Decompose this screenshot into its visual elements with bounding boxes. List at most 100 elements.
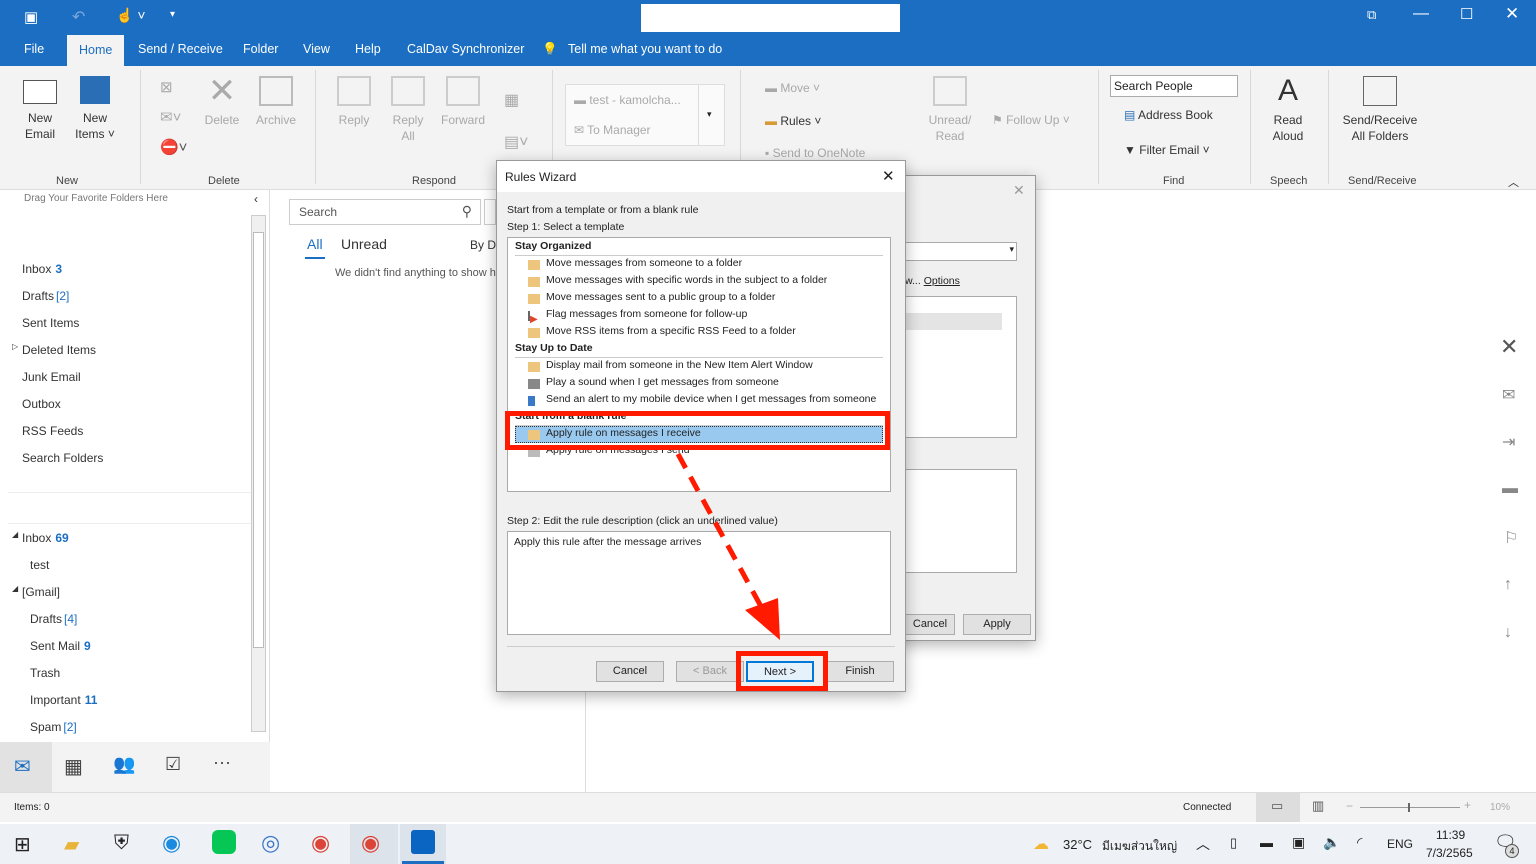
reply-side-icon[interactable]: ✉ [1502,385,1515,405]
battery-icon[interactable]: ▬ [1260,835,1273,850]
move-button[interactable]: ▬ Move ˅ [765,80,820,96]
options-button[interactable]: w... Options [905,275,960,287]
chrome-profile-icon[interactable]: ◉ [361,830,380,856]
cancel-button[interactable]: Cancel [596,661,664,682]
folder-item[interactable]: Sent Items [22,316,79,330]
new-email-button[interactable]: New Email [18,76,62,142]
tab-caldav[interactable]: CalDav Synchronizer [407,42,524,56]
filter-unread[interactable]: Unread [341,236,387,252]
normal-view-icon[interactable]: ▭ [1271,798,1283,814]
collapse-pane-icon[interactable]: ‹ [254,192,258,206]
expand-icon[interactable]: ▷ [12,342,18,351]
template-item[interactable]: Send an alert to my mobile device when I… [546,393,876,405]
minimize-icon[interactable]: — [1413,5,1429,23]
zoom-in-icon[interactable]: + [1464,798,1471,812]
flag-side-icon[interactable]: ⚐ [1504,528,1518,548]
tab-view[interactable]: View [303,42,330,56]
new-items-button[interactable]: New Items ˅ [72,76,118,142]
folder-item[interactable]: Junk Email [22,370,81,384]
folder-item[interactable]: Spam [2] [30,720,77,734]
edge-icon[interactable]: ◉ [162,830,181,856]
line-icon[interactable] [212,830,236,854]
start-icon[interactable]: ⊞ [14,832,31,857]
reply-all-button[interactable]: Reply All [386,76,430,144]
outlook-icon[interactable] [411,830,435,854]
more-respond-icon[interactable]: ▤˅ [504,132,528,152]
more-icon[interactable]: ··· [213,752,231,773]
save-icon[interactable]: ▣ [24,8,38,26]
rules-button[interactable]: ▬ Rules ˅ [765,113,821,129]
chevron-up-icon[interactable]: ︿ [1196,834,1210,854]
ignore-icon[interactable]: ⊠ [160,78,173,96]
cancel-button[interactable]: Cancel [905,614,955,635]
cleanup-icon[interactable]: ✉˅ [160,108,181,126]
rules-list[interactable] [905,296,1017,438]
folder-item[interactable]: Outbox [22,397,61,411]
reading-view-icon[interactable]: ▥ [1312,798,1324,814]
tasks-icon[interactable]: ☑ [165,754,181,775]
network-app-icon[interactable]: ▣ [1292,834,1305,851]
wifi-icon[interactable]: ◜ [1357,834,1362,851]
weather-desc[interactable]: มีเมฆส่วนใหญ่ [1102,837,1177,856]
file-explorer-icon[interactable]: ▰ [64,832,79,857]
close-icon[interactable]: ✕ [1013,182,1025,199]
template-item[interactable]: Move messages from someone to a folder [546,257,742,269]
finish-button[interactable]: Finish [826,661,894,682]
archive-button[interactable]: Archive [252,76,300,128]
customize-icon[interactable]: ▾ [170,9,175,20]
folder-item[interactable]: Drafts [2] [22,289,69,303]
weather-icon[interactable]: ☁ [1033,834,1049,854]
template-item[interactable]: Move RSS items from a specific RSS Feed … [546,325,796,337]
language-indicator[interactable]: ENG [1387,837,1413,851]
chrome-icon[interactable]: ◉ [311,830,330,856]
sort-dropdown[interactable]: By D [470,238,496,252]
filter-all[interactable]: All [307,236,323,252]
quick-step-to-manager[interactable]: ✉ To Manager [574,123,651,137]
folder-item[interactable]: test [30,558,49,572]
up-arrow-icon[interactable]: ↑ [1504,576,1512,594]
expand-icon[interactable]: ◢ [12,530,18,539]
people-icon[interactable]: 👥 [113,754,135,775]
template-item[interactable]: Move messages with specific words in the… [546,274,827,286]
folder-item[interactable]: Important 11 [30,693,97,707]
folder-item[interactable]: Drafts [4] [30,612,77,626]
tab-folder[interactable]: Folder [243,42,278,56]
tab-home[interactable]: Home [67,35,125,66]
tell-me-input[interactable]: Tell me what you want to do [568,42,722,56]
title-search-box[interactable] [641,4,900,32]
search-people-input[interactable]: Search People [1110,75,1238,97]
address-book-button[interactable]: ▤ Address Book [1124,107,1213,123]
junk-icon[interactable]: ⛔˅ [160,138,187,156]
folder-item[interactable]: Deleted Items [22,343,96,357]
expand-icon[interactable]: ◢ [12,584,18,593]
search-input[interactable]: Search ⚲ [289,199,481,225]
tab-send-receive[interactable]: Send / Receive [138,42,223,56]
tab-help[interactable]: Help [355,42,381,56]
forward-side-icon[interactable]: ⇥ [1502,432,1515,452]
search-icon[interactable]: ⚲ [462,203,472,220]
folder-item[interactable]: Inbox 69 [22,531,69,545]
clock-date[interactable]: 7/3/2565 [1426,846,1473,860]
template-item[interactable]: Move messages sent to a public group to … [546,291,775,303]
forward-button[interactable]: Forward [438,76,488,128]
onenote-button[interactable]: ▪ Send to OneNote [765,145,865,161]
template-item[interactable]: Display mail from someone in the New Ite… [546,359,813,371]
folder-scrollbar[interactable] [251,215,266,732]
folder-item[interactable]: Trash [30,666,60,680]
account-select[interactable]: ▾ [905,242,1017,261]
close-icon[interactable]: ✕ [1505,4,1519,24]
folder-item[interactable]: Inbox 3 [22,262,62,276]
close-icon[interactable]: ✕ [882,167,895,185]
meeting-icon[interactable]: ▦ [504,90,519,110]
filter-email-button[interactable]: ▼ Filter Email ˅ [1124,142,1210,158]
app-icon[interactable]: ◎ [261,830,280,856]
calendar-icon[interactable]: ▦ [64,754,83,779]
quick-steps-expand-icon[interactable]: ▾ [707,109,712,120]
folder-item[interactable]: Search Folders [22,451,103,465]
zoom-out-icon[interactable]: − [1346,799,1353,813]
quick-step-test[interactable]: ▬ test - kamolcha... [574,93,681,107]
weather-temp[interactable]: 32°C [1063,837,1092,852]
close-reading-icon[interactable]: ✕ [1500,334,1518,360]
clock-time[interactable]: 11:39 [1436,828,1465,842]
unread-read-button[interactable]: Unread/ Read [924,76,976,144]
